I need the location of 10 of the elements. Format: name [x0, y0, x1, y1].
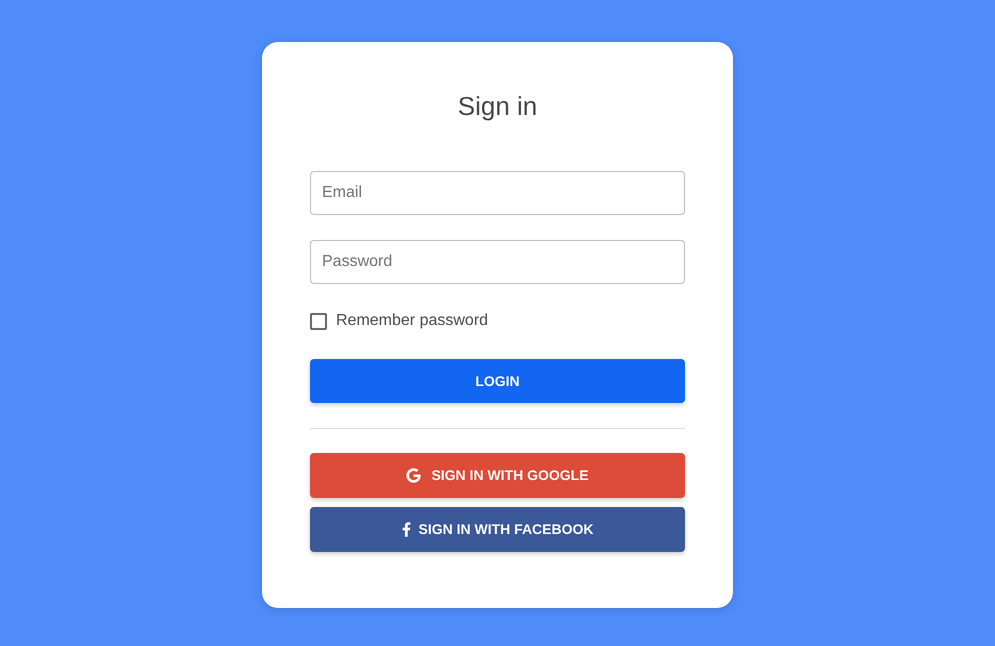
sign-in-title: Sign in [458, 90, 538, 122]
email-field[interactable]: Email [310, 171, 685, 215]
remember-password-label: Remember password [336, 311, 488, 331]
checkbox[interactable] [310, 312, 327, 330]
password-field[interactable]: Password [310, 240, 685, 284]
letter-f-icon [402, 522, 410, 537]
google-sign-in-button[interactable]: SIGN IN WITH GOOGLE [310, 453, 685, 498]
facebook-sign-in-button[interactable]: SIGN IN WITH FACEBOOK [310, 507, 685, 552]
google-g-icon [406, 468, 422, 483]
login-button[interactable]: LOGIN [310, 359, 685, 403]
